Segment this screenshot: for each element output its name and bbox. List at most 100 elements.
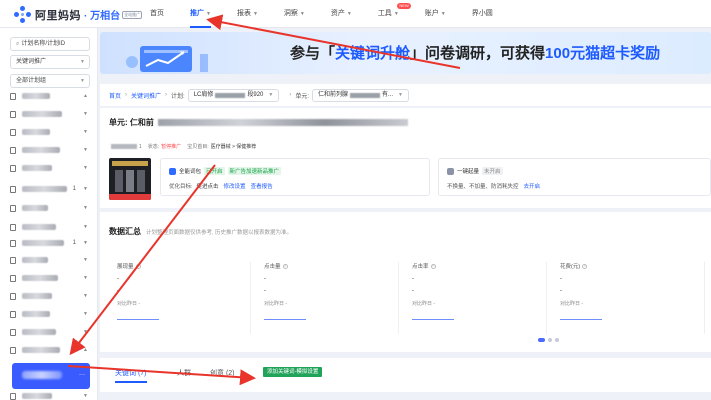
banner-headline: 参与「关键词升舱」问卷调研，可获得100元猫超卡奖励 xyxy=(290,42,660,63)
keyword-pack-feature-tag: 新广告加速新品推广 xyxy=(227,167,282,175)
chevron-up-icon: ▲ xyxy=(83,93,88,99)
sidebar-selected-plan[interactable]: ··· xyxy=(12,363,90,389)
chevron-down-icon: ▼ xyxy=(83,147,88,153)
sidebar-plan-item[interactable]: 1 ▼ xyxy=(10,183,90,195)
nav-home-label: 首页 xyxy=(150,10,164,17)
boost-icon xyxy=(447,167,454,175)
unit-status-value: 暂停推广 xyxy=(161,144,182,150)
help-icon[interactable]: ? xyxy=(582,263,588,269)
sidebar-plan-item[interactable]: ▼ xyxy=(10,308,90,320)
metric-divider xyxy=(398,262,399,334)
pagination-dot-active[interactable] xyxy=(538,338,545,342)
breadcrumb-keyword-promotion[interactable]: 关键词推广 xyxy=(131,91,161,100)
document-icon xyxy=(10,292,16,300)
add-keyword-button[interactable]: 添加关键词-模拟设置 xyxy=(263,367,323,377)
nav-assets[interactable]: 资产 ▼ xyxy=(331,0,352,28)
banner-text-mid: 」问卷调研，可获得 xyxy=(410,45,546,62)
sidebar-plan-item[interactable]: ▲ xyxy=(10,90,90,102)
tab-creatives[interactable]: 创意 (2) xyxy=(210,368,235,378)
chevron-down-icon: ▼ xyxy=(299,11,305,17)
alimama-logo-icon xyxy=(14,6,31,23)
nav-assets-label: 资产 xyxy=(330,10,345,17)
sidebar-plan-item[interactable]: 1 ▼ xyxy=(10,237,90,249)
chevron-down-icon: ▼ xyxy=(346,11,352,17)
breadcrumb: 首页 › 关键词推广 › 计划: LC肩修 段920 ▼ › 单元: 仁和前列腺 有.… xyxy=(100,84,711,106)
sidebar-plan-item[interactable]: ▼ xyxy=(10,202,90,214)
sidebar-plan-item[interactable]: ▼ xyxy=(10,290,90,302)
plan-group-select[interactable]: 全部计划组 ▼ xyxy=(10,74,90,88)
sidebar-plan-item[interactable]: ▼ xyxy=(10,162,90,174)
chevron-down-icon: ▼ xyxy=(440,11,446,17)
sidebar-plan-item[interactable]: ▼ xyxy=(10,108,90,120)
edit-settings-link[interactable]: 修改设置 xyxy=(224,182,246,190)
nav-promotion[interactable]: 推广 ▼ xyxy=(190,0,211,28)
document-icon xyxy=(10,146,16,154)
plan-select[interactable]: LC肩修 段920 ▼ xyxy=(187,88,280,102)
nav-assistant[interactable]: 界小圆 xyxy=(472,0,493,28)
chevron-down-icon: ▼ xyxy=(268,91,274,98)
unit-meta-row: 1 状态: 暂停推广 宝贝首目: 医疗器械 > 保健推荐 xyxy=(109,143,256,150)
promotion-type-select[interactable]: 关键词推广 ▼ xyxy=(10,55,90,69)
sidebar-plan-item[interactable]: ▲ xyxy=(10,344,90,356)
nav-insights[interactable]: 洞察 ▼ xyxy=(284,0,305,28)
tab-audience[interactable]: 人群 xyxy=(177,368,191,378)
metric-compare: 对比昨日 - xyxy=(264,301,288,307)
data-summary-panel: 数据汇总 计划整理页面数据仅供参考, 历史推广数据以报表数据为准。 展现量? -… xyxy=(100,212,711,352)
banner-keyword-link[interactable]: 关键词升舱 xyxy=(335,45,410,62)
plan-search-input[interactable]: ⌕ 计划名称/计划ID xyxy=(10,37,90,51)
view-report-link[interactable]: 查看报告 xyxy=(251,182,273,190)
plan-select-suffix: 段920 xyxy=(247,91,264,98)
product-thumbnail[interactable] xyxy=(109,158,151,200)
plan-group-value: 全部计划组 xyxy=(16,78,47,84)
sidebar-plan-item[interactable]: ▼ xyxy=(10,144,90,156)
metric-name: 点击量 xyxy=(264,264,281,270)
metric-name: 点击率 xyxy=(412,264,429,270)
nav-account[interactable]: 账户 ▼ xyxy=(425,0,446,28)
sidebar-plan-item[interactable]: ▼ xyxy=(10,390,90,400)
pagination-dot[interactable] xyxy=(555,338,559,342)
document-icon xyxy=(10,110,16,118)
help-icon[interactable]: ? xyxy=(135,263,141,269)
chevron-right-icon: › xyxy=(125,92,128,98)
sidebar-plan-item[interactable]: ▼ xyxy=(10,272,90,284)
breadcrumb-unit-label: 单元: xyxy=(295,93,310,100)
banner-prize: 100元猫超卡奖励 xyxy=(545,45,661,62)
help-icon[interactable]: ? xyxy=(282,263,288,269)
keyword-pack-icon xyxy=(169,167,176,175)
product-name: · 万相台 xyxy=(84,11,121,22)
metric-secondary-value: - xyxy=(117,288,119,294)
promotion-type-value: 关键词推广 xyxy=(16,59,47,65)
chevron-down-icon: ▼ xyxy=(206,11,211,17)
metric-impressions[interactable]: 展现量? - - 对比昨日 - xyxy=(117,262,237,320)
document-icon xyxy=(10,346,16,354)
chevron-down-icon: ▼ xyxy=(252,11,258,17)
brand-logo[interactable]: 阿里妈妈 · 万相台 全站推广 xyxy=(14,6,143,23)
main-nav: 首页 推广 ▼ 报表 ▼ 洞察 ▼ 资产 ▼ 工具 ▼ NEW 账户 ▼ 界小圆 xyxy=(150,0,519,28)
chevron-down-icon: ▼ xyxy=(398,91,403,98)
metric-clicks[interactable]: 点击量? - - 对比昨日 - xyxy=(264,262,384,320)
enable-boost-link[interactable]: 去开启 xyxy=(524,182,541,190)
sidebar-plan-item[interactable]: ▼ xyxy=(10,126,90,138)
metric-value: - xyxy=(560,276,562,282)
document-icon xyxy=(10,310,16,318)
nav-home[interactable]: 首页 xyxy=(150,0,164,28)
help-icon[interactable]: ? xyxy=(430,263,436,269)
sidebar-plan-item[interactable]: ▼ xyxy=(10,326,90,338)
nav-tools[interactable]: 工具 ▼ NEW xyxy=(378,0,411,28)
sidebar-plan-item[interactable]: ▼ xyxy=(10,254,90,266)
chevron-down-icon: ▼ xyxy=(83,205,88,211)
unit-category: 医疗器械 > 保健推荐 xyxy=(210,144,257,150)
unit-select[interactable]: 仁和前列腺 有... ▼ xyxy=(312,88,409,102)
tab-keywords[interactable]: 关键词 (7) xyxy=(115,368,147,383)
plan-sidebar: ⌕ 计划名称/计划ID 关键词推广 ▼ 全部计划组 ▼ ▲ ▼ ▼ ▼ ▼ 1 ▼ ▼ … xyxy=(0,28,98,400)
metric-ctr[interactable]: 点击率? - - 对比昨日 - xyxy=(412,262,532,320)
survey-banner[interactable]: 参与「关键词升舱」问卷调研，可获得100元猫超卡奖励 xyxy=(100,32,711,74)
nav-reports[interactable]: 报表 ▼ xyxy=(237,0,258,28)
pagination-dot[interactable] xyxy=(548,338,552,342)
chevron-down-icon: ▼ xyxy=(393,11,399,17)
carousel-pagination[interactable] xyxy=(538,338,562,342)
metric-cost[interactable]: 花费(元)? - - 对比昨日 - xyxy=(560,262,680,320)
sidebar-plan-item[interactable]: ▼ xyxy=(10,221,90,233)
chevron-down-icon: ▼ xyxy=(83,240,88,246)
breadcrumb-home[interactable]: 首页 xyxy=(109,91,121,100)
